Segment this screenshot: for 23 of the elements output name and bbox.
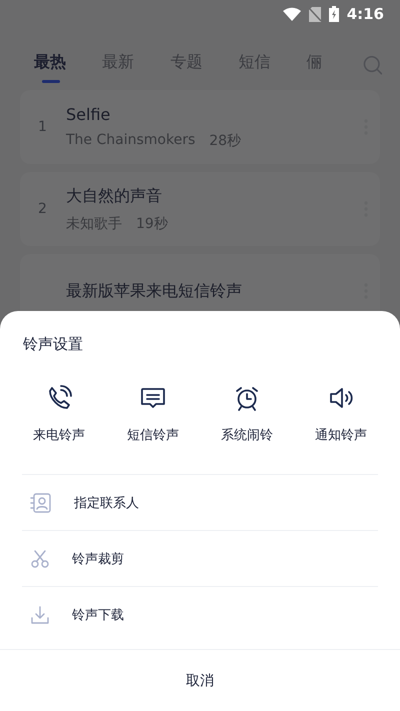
ringtone-type-button[interactable]: 系统闹铃 <box>202 384 292 444</box>
alarm-clock-icon <box>233 384 261 412</box>
ringtone-type-button[interactable]: 来电铃声 <box>14 384 104 444</box>
ringtone-type-button[interactable]: 短信铃声 <box>108 384 198 444</box>
ringtone-type-button[interactable]: 通知铃声 <box>296 384 386 444</box>
artist-name: The Chainsmokers <box>66 132 196 150</box>
battery-charging-icon <box>328 6 339 22</box>
contact-card-icon <box>30 492 52 512</box>
download-icon <box>30 604 50 624</box>
ringtone-title: 大自然的声音 <box>66 186 163 206</box>
search-icon[interactable] <box>362 55 382 75</box>
status-time: 4:16 <box>346 5 384 23</box>
ringtone-title: Selfie <box>66 104 112 124</box>
ringtone-title: 最新版苹果来电短信铃声 <box>66 280 243 302</box>
rank-number: 1 <box>38 119 48 135</box>
sheet-title: 铃声设置 <box>22 334 84 354</box>
rank-number: 2 <box>38 201 48 217</box>
scissors-icon <box>30 548 50 568</box>
menu-item[interactable]: 铃声下载 <box>22 586 378 642</box>
menu-item[interactable]: 铃声裁剪 <box>22 530 378 586</box>
menu-item[interactable]: 指定联系人 <box>22 474 378 530</box>
no-sim-icon <box>308 6 321 22</box>
wifi-icon <box>282 7 301 21</box>
